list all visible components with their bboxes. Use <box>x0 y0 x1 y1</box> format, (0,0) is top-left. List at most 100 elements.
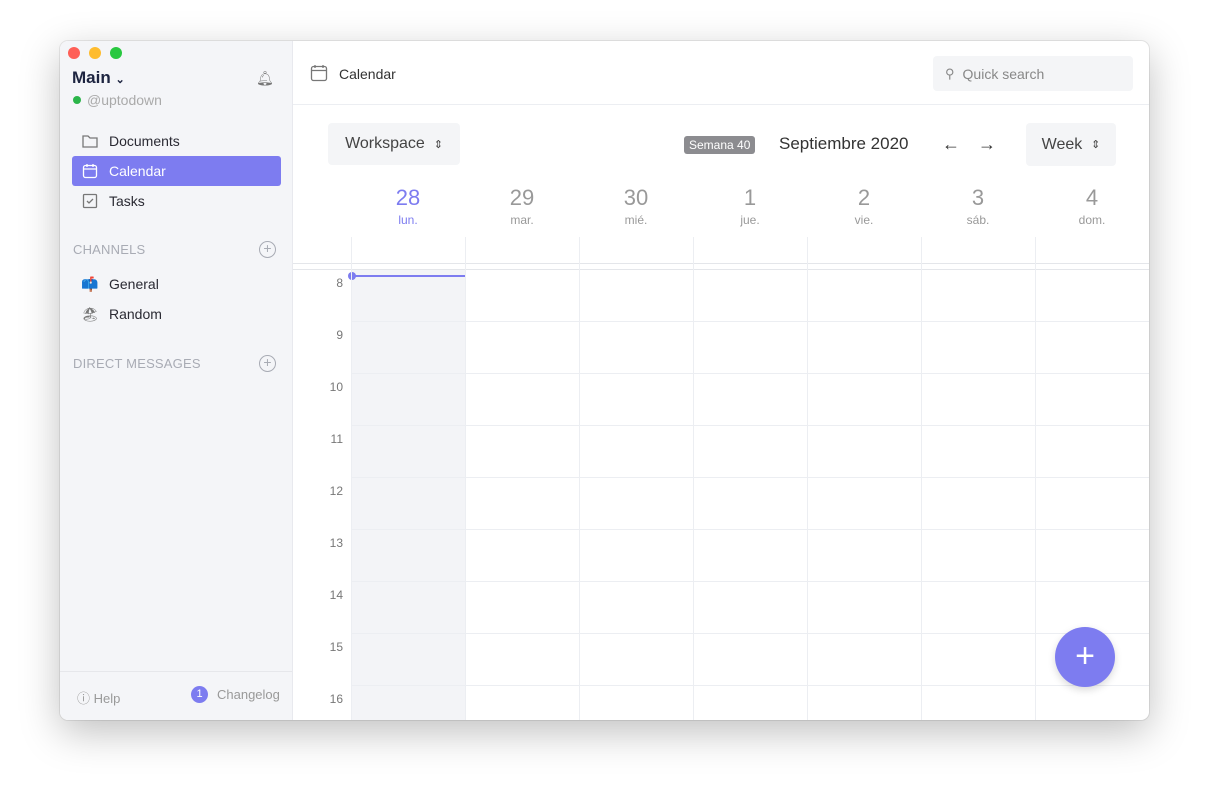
search-placeholder: Quick search <box>962 65 1045 82</box>
hour-line <box>351 581 1149 582</box>
hour-label: 12 <box>329 484 343 498</box>
chevron-down-icon: ⌄ <box>115 74 125 86</box>
plus-icon: + <box>1075 637 1095 675</box>
checkbox-icon <box>80 193 100 209</box>
week-badge: Semana 40 <box>684 136 756 154</box>
all-day-divider <box>293 263 1149 264</box>
weekday: mar. <box>510 213 534 227</box>
weekday: sáb. <box>966 213 990 227</box>
sidebar: Main ⌄ 🔔︎ @uptodown Documents Calendar T… <box>60 41 293 720</box>
bell-icon[interactable]: 🔔︎ <box>256 70 274 87</box>
changelog-label: Changelog <box>217 687 280 702</box>
calendar-icon <box>80 163 100 179</box>
view-select[interactable]: Week ⇕ <box>1026 123 1116 166</box>
search-icon: ⚲ <box>945 65 955 81</box>
changelog-badge: 1 <box>191 686 208 703</box>
channel-label: Random <box>109 306 162 322</box>
sidebar-item-label: Tasks <box>109 193 145 209</box>
hour-label: 9 <box>336 328 343 342</box>
user-status: @uptodown <box>73 92 162 108</box>
column-divider <box>1035 237 1036 720</box>
channel-general[interactable]: 📫 General <box>72 269 281 299</box>
column-divider <box>807 237 808 720</box>
online-status-icon <box>73 96 81 104</box>
channel-random[interactable]: 🏖 Random <box>72 299 281 329</box>
sidebar-item-documents[interactable]: Documents <box>72 126 281 156</box>
column-divider <box>351 237 352 720</box>
updown-chevron-icon: ⇕ <box>1091 139 1101 151</box>
day-header[interactable]: 29 mar. <box>465 185 579 227</box>
close-window-button[interactable] <box>68 47 80 59</box>
weekday: dom. <box>1078 213 1106 227</box>
sidebar-item-tasks[interactable]: Tasks <box>72 186 281 216</box>
weekday: jue. <box>740 213 760 227</box>
column-divider <box>465 237 466 720</box>
channels-heading: CHANNELS <box>73 242 146 257</box>
sidebar-item-calendar[interactable]: Calendar <box>72 156 281 186</box>
column-divider <box>693 237 694 720</box>
add-channel-icon[interactable]: + <box>259 241 276 258</box>
day-header[interactable]: 2 vie. <box>807 185 921 227</box>
hour-line <box>351 633 1149 634</box>
maximize-window-button[interactable] <box>110 47 122 59</box>
previous-week-button[interactable]: ← <box>942 134 960 155</box>
day-header[interactable]: 4 dom. <box>1035 185 1149 227</box>
help-icon: ⓘ <box>77 691 91 706</box>
hour-label: 8 <box>336 276 343 290</box>
next-week-button[interactable]: → <box>978 134 996 155</box>
day-number: 28 <box>395 185 421 210</box>
day-number: 29 <box>509 185 535 210</box>
header: Calendar ⚲ Quick search <box>293 41 1149 105</box>
username: @uptodown <box>87 92 162 108</box>
hour-label: 13 <box>329 536 343 550</box>
search-input[interactable]: ⚲ Quick search <box>933 56 1133 91</box>
changelog-link[interactable]: 1 Changelog <box>191 686 280 703</box>
hour-label: 14 <box>329 588 343 602</box>
workspace-select-label: Workspace <box>345 135 425 152</box>
day-number: 1 <box>743 185 757 210</box>
hour-label: 16 <box>329 692 343 706</box>
help-link[interactable]: ⓘ Help <box>77 688 120 707</box>
workspace-name: Main <box>72 68 111 87</box>
current-time-dot <box>348 272 356 280</box>
hour-line <box>351 425 1149 426</box>
today-column <box>351 269 465 720</box>
day-header[interactable]: 28 lun. <box>351 185 465 227</box>
sidebar-item-label: Calendar <box>109 163 166 179</box>
folder-icon <box>80 134 100 148</box>
updown-chevron-icon: ⇕ <box>433 138 443 151</box>
current-month: Septiembre 2020 <box>779 134 909 153</box>
direct-messages-heading: DIRECT MESSAGES <box>73 356 201 371</box>
workspace-select[interactable]: Workspace ⇕ <box>328 123 460 165</box>
all-day-divider <box>293 269 1149 270</box>
weekday: lun. <box>398 213 418 227</box>
add-event-button[interactable]: + <box>1055 627 1115 687</box>
hour-line <box>351 321 1149 322</box>
hour-line <box>351 477 1149 478</box>
current-time-indicator <box>351 275 465 277</box>
calendar-icon <box>310 64 328 87</box>
sidebar-item-label: Documents <box>109 133 180 149</box>
week-grid: 8 9 10 11 12 13 14 15 16 <box>293 237 1149 720</box>
column-divider <box>579 237 580 720</box>
minimize-window-button[interactable] <box>89 47 101 59</box>
footer-divider <box>60 671 292 672</box>
hour-line <box>351 373 1149 374</box>
day-header[interactable]: 3 sáb. <box>921 185 1035 227</box>
hour-label: 10 <box>329 380 343 394</box>
help-label: Help <box>93 691 121 706</box>
app-window: Main ⌄ 🔔︎ @uptodown Documents Calendar T… <box>60 41 1149 720</box>
day-header[interactable]: 1 jue. <box>693 185 807 227</box>
day-number: 2 <box>857 185 871 210</box>
hour-line <box>351 685 1149 686</box>
mailbox-icon: 📫 <box>81 275 99 292</box>
add-direct-message-icon[interactable]: + <box>259 355 276 372</box>
weekday: mié. <box>624 213 648 227</box>
beach-umbrella-icon: 🏖 <box>81 305 99 322</box>
main-panel: Calendar ⚲ Quick search Workspace ⇕ Seman… <box>293 41 1149 720</box>
column-divider <box>921 237 922 720</box>
day-number: 4 <box>1085 185 1099 210</box>
workspace-switcher[interactable]: Main ⌄ <box>72 68 125 88</box>
weekday: vie. <box>854 213 874 227</box>
day-header[interactable]: 30 mié. <box>579 185 693 227</box>
